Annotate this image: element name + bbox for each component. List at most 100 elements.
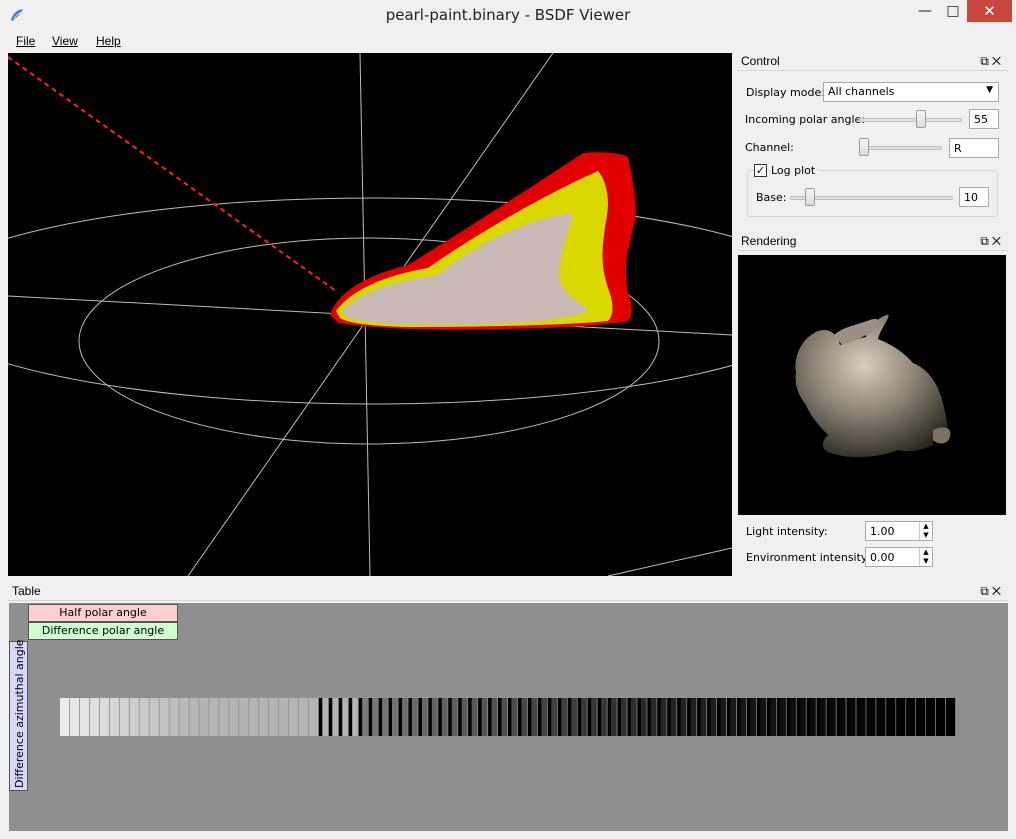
difference-azimuthal-angle-tag: Difference azimuthal angle [9,639,28,791]
menu-view[interactable]: View [52,34,78,48]
table-column-shadow [806,698,811,736]
bsdf-3d-viewport[interactable] [8,53,732,576]
close-icon[interactable]: ✕ [992,234,1004,248]
table-column-block [249,698,259,736]
base-field[interactable]: 10 [959,187,989,207]
table-column-shadow [896,698,900,736]
table-column-shadow [836,698,841,736]
table-column-block [259,698,269,736]
float-icon[interactable]: ⧉ [980,54,992,68]
menu-bar: File View Help [8,31,1008,52]
table-column-shadow [926,698,930,736]
table-column-shadow [458,698,462,736]
table-column-shadow [776,698,781,736]
incoming-polar-field[interactable]: 55 [969,109,999,129]
table-column-shadow [876,698,880,736]
rendering-preview[interactable] [738,255,1006,515]
table-title-label: Table [12,584,41,598]
table-column-block [199,698,209,736]
bsdf-table-strip [60,698,956,736]
table-column-block [129,698,139,736]
table-column-shadow [537,698,542,736]
rendering-title-label: Rendering [741,234,797,248]
display-mode-label: Display mode: [746,86,825,99]
table-column-block [179,698,189,736]
table-dock-buttons[interactable]: ⧉✕ [980,583,1004,600]
table-column-block [60,698,70,736]
close-icon[interactable]: ✕ [992,584,1004,598]
table-column-shadow [916,698,920,736]
display-mode-select[interactable]: All channels ▼ [823,82,999,102]
base-label: Base: [756,191,787,204]
maximize-button[interactable]: □ [938,0,968,22]
table-column-shadow [697,698,701,736]
table-column-block [159,698,169,736]
table-column-shadow [577,698,582,736]
table-column-shadow [607,698,612,736]
table-column-shadow [408,698,412,736]
light-intensity-spinbox[interactable]: 1.00 ▲ ▼ [865,521,933,541]
table-column-block [298,698,309,736]
table-column-block [109,698,119,736]
table-column-shadow [886,698,890,736]
table-column-shadow [418,698,422,736]
table-column-shadow [736,698,741,736]
incoming-polar-slider-track[interactable] [859,118,962,122]
title-bar: pearl-paint.binary - BSDF Viewer — □ ✕ [0,0,1016,31]
table-column-shadow [727,698,731,736]
table-column-shadow [617,698,621,736]
control-dock-buttons[interactable]: ⧉✕ [980,53,1004,70]
spin-arrows-icon[interactable]: ▲ ▼ [919,548,932,566]
menu-help-label: Help [96,34,121,48]
table-column-block [239,698,249,736]
table-column-shadow [368,698,373,736]
table-column-shadow [358,698,363,736]
table-column-shadow [488,698,492,736]
difference-azimuthal-angle-label: Difference azimuthal angle [13,639,26,788]
table-column-block [89,698,100,736]
channel-label: Channel: [745,141,794,154]
table-column-block [169,698,179,736]
environment-intensity-spinbox[interactable]: 0.00 ▲ ▼ [865,547,933,567]
table-column-shadow [866,698,870,736]
log-plot-checkbox[interactable]: ✓ [754,164,767,177]
close-button[interactable]: ✕ [967,0,1012,22]
minimize-button[interactable]: — [910,0,940,22]
channel-field[interactable]: R [949,138,999,158]
channel-slider-track[interactable] [859,146,942,150]
table-column-shadow [906,698,910,736]
environment-intensity-label: Environment intensity: [746,551,871,564]
table-column-block [229,698,239,736]
base-slider-handle[interactable] [805,188,816,206]
bunny-tail [933,427,951,444]
environment-intensity-value: 0.00 [870,551,895,564]
table-panel: Table ⧉✕ Half polar angle Difference pol… [8,583,1008,831]
channel-slider-handle[interactable] [859,138,869,156]
incoming-polar-label: Incoming polar angle: [745,113,865,126]
table-view[interactable]: Half polar angle Difference polar angle … [9,603,1008,831]
rendering-dock-buttons[interactable]: ⧉✕ [980,233,1004,250]
difference-polar-angle-tag: Difference polar angle [28,622,178,640]
spin-arrows-icon[interactable]: ▲ ▼ [919,522,932,540]
close-icon[interactable]: ✕ [992,54,1004,68]
table-column-block [79,698,90,736]
table-column-shadow [846,698,850,736]
table-column-shadow [647,698,651,736]
table-column-shadow [498,698,502,736]
menu-file[interactable]: File [16,34,35,48]
table-column-shadow [448,698,452,736]
light-intensity-value: 1.00 [870,525,895,538]
incoming-polar-slider-handle[interactable] [915,110,926,128]
table-column-shadow [796,698,801,736]
float-icon[interactable]: ⧉ [980,584,992,598]
table-column-shadow [328,698,333,736]
float-icon[interactable]: ⧉ [980,234,992,248]
table-column-shadow [946,698,950,736]
table-column-shadow [478,698,482,736]
bunny-body [795,314,948,458]
menu-help[interactable]: Help [96,34,121,48]
log-plot-label: Log plot [771,164,819,177]
table-column-shadow [597,698,602,736]
table-column-shadow [786,698,791,736]
half-polar-angle-tag: Half polar angle [28,604,178,622]
